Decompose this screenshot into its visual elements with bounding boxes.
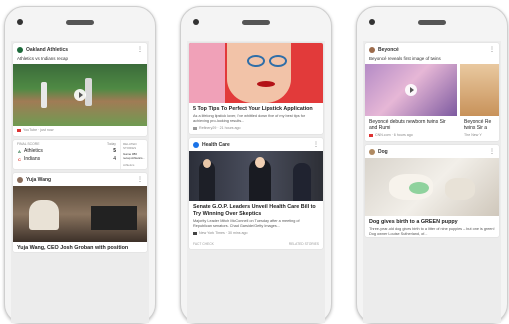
person-avatar-icon bbox=[369, 46, 375, 53]
story-item[interactable]: Beyoncé Re twins Sir a The New Y bbox=[460, 64, 499, 141]
play-button-icon[interactable] bbox=[405, 84, 417, 96]
phone-frame-left: Oakland Athletics ⋮ Athletics vs Indians… bbox=[4, 6, 156, 324]
puppies-photo[interactable] bbox=[365, 158, 499, 216]
speaker-grille bbox=[242, 20, 270, 25]
article-title[interactable]: Dog gives birth to a GREEN puppy bbox=[365, 216, 499, 226]
card-source: Dog bbox=[378, 148, 388, 155]
more-options-icon[interactable]: ⋮ bbox=[489, 148, 495, 155]
card-subtitle: Beyoncé reveals first image of twins bbox=[369, 56, 441, 61]
phone-frame-center: 5 Top Tips To Perfect Your Lipstick Appl… bbox=[180, 6, 332, 324]
team1-name: Athletics bbox=[24, 148, 43, 154]
beyonce-photo[interactable] bbox=[460, 64, 499, 116]
dog-avatar-icon bbox=[369, 148, 375, 155]
lipstick-article-card[interactable]: 5 Top Tips To Perfect Your Lipstick Appl… bbox=[189, 43, 323, 134]
card-source: Beyoncé bbox=[378, 46, 399, 53]
youtube-icon bbox=[17, 128, 21, 132]
orchestra-image[interactable] bbox=[13, 186, 147, 242]
camera-icon bbox=[17, 19, 23, 25]
camera-icon bbox=[369, 19, 375, 25]
team2-score: 4 bbox=[113, 156, 116, 162]
athletics-logo-icon: A bbox=[18, 148, 21, 154]
health-care-card[interactable]: Health Care ⋮ Senate G.O.P. Leaders Unve… bbox=[189, 138, 323, 249]
article-description: As a lifelong lipstick lover, I've whitt… bbox=[193, 114, 306, 123]
article-title[interactable]: 5 Top Tips To Perfect Your Lipstick Appl… bbox=[189, 103, 323, 113]
score-card[interactable]: FINAL SCORE Today A Athletics 5 C Indians 4 R… bbox=[13, 140, 147, 169]
phone-screen: Oakland Athletics ⋮ Athletics vs Indians… bbox=[11, 41, 149, 323]
card-source: Health Care bbox=[202, 141, 230, 148]
baseball-video-thumbnail[interactable] bbox=[13, 64, 147, 126]
score-header: FINAL SCORE bbox=[17, 142, 40, 146]
speaker-grille bbox=[66, 20, 94, 25]
story-title[interactable]: Beyoncé debuts newborn twins Sir and Rum… bbox=[365, 116, 457, 131]
story-meta: CNN.com · 6 hours ago bbox=[375, 133, 413, 137]
indians-logo-icon: C bbox=[18, 156, 21, 162]
phone-frame-right: Beyoncé ⋮ Beyoncé reveals first image of… bbox=[356, 6, 508, 324]
dog-card[interactable]: Dog ⋮ Dog gives birth to a GREEN puppy T… bbox=[365, 145, 499, 237]
source-icon bbox=[193, 126, 197, 130]
card-subtitle: Athletics vs Indians recap bbox=[17, 56, 69, 61]
card-source: Yuja Wang bbox=[26, 176, 52, 183]
more-options-icon[interactable]: ⋮ bbox=[137, 176, 143, 183]
camera-icon bbox=[193, 19, 199, 25]
more-options-icon[interactable]: ⋮ bbox=[137, 46, 143, 53]
senators-photo[interactable] bbox=[189, 151, 323, 201]
phone-screen: Beyoncé ⋮ Beyoncé reveals first image of… bbox=[363, 41, 501, 323]
story-meta: The New Y bbox=[464, 133, 482, 137]
related-stories-button[interactable]: RELATED STORIES bbox=[289, 242, 319, 246]
source-icon bbox=[193, 231, 197, 235]
phone-screen: 5 Top Tips To Perfect Your Lipstick Appl… bbox=[187, 41, 325, 323]
article-meta: New York Times · 30 mins ago bbox=[199, 231, 248, 235]
play-button-icon[interactable] bbox=[74, 89, 86, 101]
related-text[interactable]: Game #80 recap Athletics... bbox=[123, 152, 145, 160]
card-source: Oakland Athletics bbox=[26, 46, 69, 53]
article-meta: Refinery29 · 21 hours ago bbox=[199, 126, 241, 130]
lipstick-illustration[interactable] bbox=[189, 43, 323, 103]
speaker-grille bbox=[418, 20, 446, 25]
story-title[interactable]: Beyoncé Re twins Sir a bbox=[460, 116, 499, 131]
card-meta: YouTube · just now bbox=[23, 128, 54, 132]
team1-score: 5 bbox=[113, 148, 116, 154]
article-description: Three-year-old dog gives birth to a litt… bbox=[369, 227, 495, 236]
source-icon bbox=[369, 133, 373, 137]
fact-check-button[interactable]: FACT CHECK bbox=[193, 242, 214, 246]
card-title[interactable]: Yuja Wang, CEO Josh Groban with position bbox=[13, 242, 147, 252]
person-avatar-icon bbox=[17, 176, 23, 183]
article-description: Majority Leader Mitch McConnell on Tuesd… bbox=[193, 219, 300, 228]
story-item[interactable]: Beyoncé debuts newborn twins Sir and Rum… bbox=[365, 64, 457, 141]
more-options-icon[interactable]: ⋮ bbox=[489, 46, 495, 53]
article-title[interactable]: Senate G.O.P. Leaders Unveil Health Care… bbox=[189, 201, 323, 218]
related-label: RELATED STORIES bbox=[123, 142, 137, 150]
score-date: Today bbox=[106, 142, 116, 146]
more-options-icon[interactable]: ⋮ bbox=[313, 141, 319, 148]
concert-card[interactable]: Yuja Wang ⋮ Yuja Wang, CEO Josh Groban w… bbox=[13, 173, 147, 252]
beyonce-card[interactable]: Beyoncé ⋮ Beyoncé reveals first image of… bbox=[365, 43, 499, 141]
video-card[interactable]: Oakland Athletics ⋮ Athletics vs Indians… bbox=[13, 43, 147, 136]
related-source: Athletics bbox=[123, 163, 135, 167]
beyonce-video-thumbnail[interactable] bbox=[365, 64, 457, 116]
team-avatar-icon bbox=[17, 46, 23, 53]
team2-name: Indians bbox=[24, 156, 41, 162]
story-carousel[interactable]: Beyoncé debuts newborn twins Sir and Rum… bbox=[365, 64, 499, 141]
topic-icon bbox=[193, 141, 199, 148]
